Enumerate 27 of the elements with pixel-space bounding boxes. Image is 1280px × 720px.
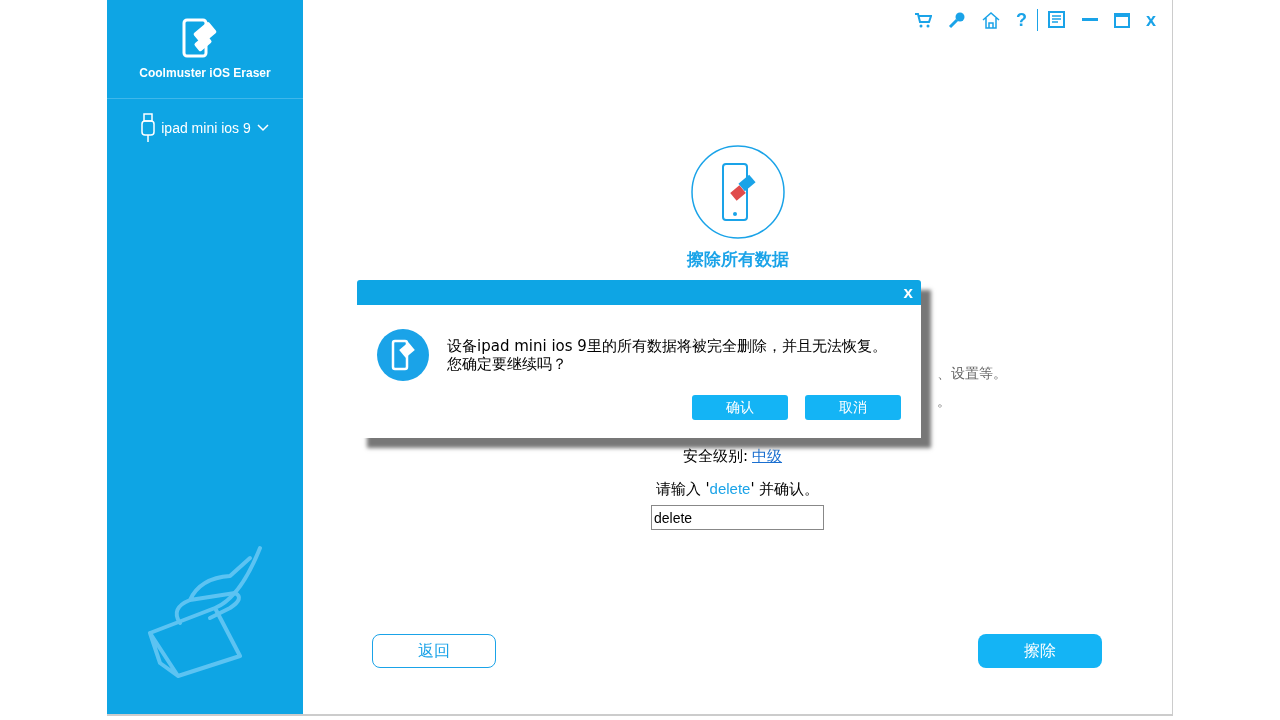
dialog-button[interactable]: 取消 <box>805 395 901 420</box>
dialog-close-button[interactable]: x <box>895 280 921 305</box>
maximize-icon[interactable] <box>1114 12 1130 28</box>
phone-eraser-icon <box>689 144 786 240</box>
notes-icon[interactable] <box>1048 11 1066 29</box>
dialog-message: 设备ipad mini ios 9里的所有数据将被完全删除，并且无法恢复。您确定要继续吗？ <box>447 337 888 373</box>
device-selector[interactable]: ipad mini ios 9 <box>141 113 269 143</box>
back-button[interactable]: 返回 <box>372 634 496 668</box>
description-text: 、设置等。 <box>937 365 1007 383</box>
security-label: 安全级别: <box>682 447 749 466</box>
minimize-icon[interactable] <box>1082 18 1098 22</box>
security-level-link[interactable]: 中级 <box>752 447 783 466</box>
home-icon[interactable] <box>982 11 1000 29</box>
usb-icon <box>141 113 156 143</box>
key-icon[interactable] <box>948 11 966 29</box>
chevron-down-icon <box>256 124 269 132</box>
app-title: Coolmuster iOS Eraser <box>139 66 271 80</box>
help-button[interactable]: ? <box>1016 9 1027 31</box>
erase-button[interactable]: 擦除 <box>978 634 1102 668</box>
confirm-input[interactable]: delete <box>651 505 824 530</box>
description-text: 。 <box>937 393 952 411</box>
confirm-prompt: 请输入 'delete' 并确认。 <box>655 480 820 499</box>
dialog-button[interactable]: 确认 <box>692 395 788 420</box>
phone-eraser-icon <box>377 329 429 381</box>
page-title: 擦除所有数据 <box>686 248 789 271</box>
cart-icon[interactable] <box>914 12 932 28</box>
close-button[interactable]: x <box>1146 9 1156 31</box>
